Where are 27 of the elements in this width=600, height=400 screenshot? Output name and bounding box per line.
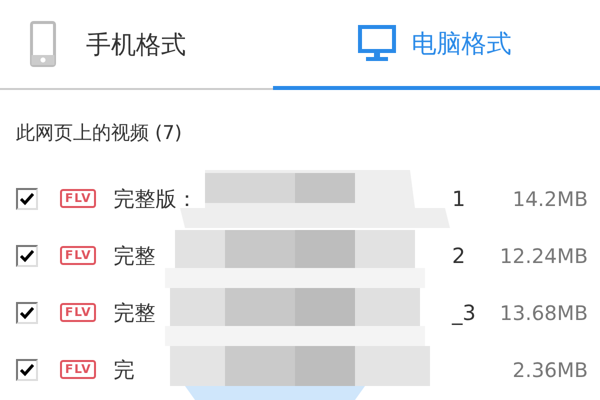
video-title-end: 2 (452, 244, 466, 268)
checkbox[interactable] (16, 244, 38, 266)
format-badge: FLV (60, 189, 96, 208)
checkmark-icon (20, 364, 34, 376)
checkbox[interactable] (16, 358, 38, 380)
phone-icon (30, 21, 56, 67)
video-title-end: _3 (452, 300, 477, 324)
checkmark-icon (20, 250, 34, 262)
video-title-end: 1 (452, 186, 466, 210)
format-badge: FLV (60, 360, 96, 379)
file-size: 2.36MB (511, 358, 588, 382)
format-badge: FLV (60, 303, 96, 322)
checkmark-icon (20, 192, 34, 204)
video-title: 完整 (113, 300, 156, 326)
format-tab[interactable]: 手机格式 (0, 0, 272, 90)
checkbox[interactable] (16, 302, 38, 324)
file-size: 14.2MB (511, 186, 588, 210)
section-heading: 此网页上的视频 (7) (16, 121, 183, 146)
video-title: 完整版： (113, 186, 198, 212)
checkbox[interactable] (16, 188, 38, 210)
format-tab[interactable]: 电脑格式 (272, 0, 600, 90)
file-size: 12.24MB (498, 244, 588, 268)
file-size: 13.68MB (498, 300, 588, 324)
format-badge: FLV (60, 246, 96, 265)
video-title: 完 (113, 356, 136, 384)
checkmark-icon (20, 306, 34, 318)
video-title: 完整 (113, 242, 156, 270)
